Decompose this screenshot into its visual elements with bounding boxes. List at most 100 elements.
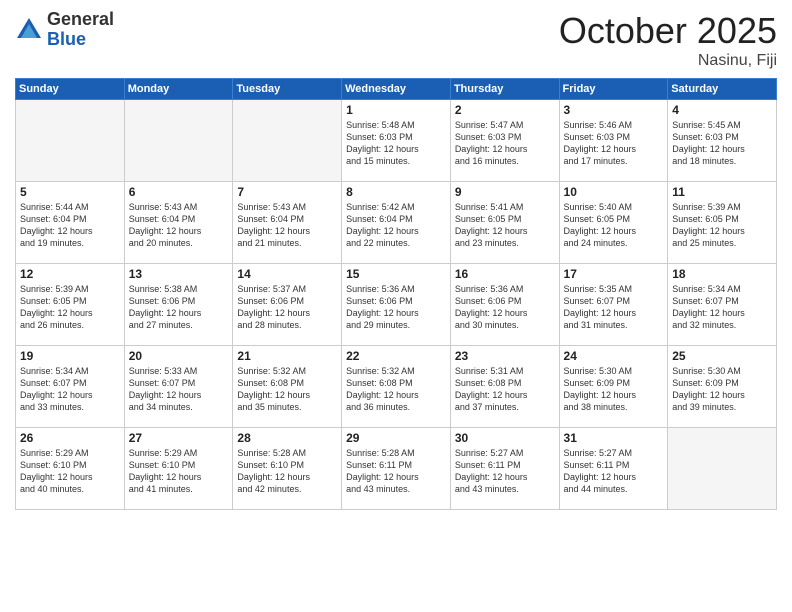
table-row: 11Sunrise: 5:39 AM Sunset: 6:05 PM Dayli…	[668, 182, 777, 264]
cell-content: Sunrise: 5:43 AM Sunset: 6:04 PM Dayligh…	[129, 201, 229, 250]
day-number: 23	[455, 349, 555, 363]
table-row: 19Sunrise: 5:34 AM Sunset: 6:07 PM Dayli…	[16, 346, 125, 428]
table-row: 6 Sunrise: 5:43 AM Sunset: 6:04 PM Daylig…	[124, 182, 233, 264]
table-row: 28 Sunrise: 5:28 AM Sunset: 6:10 PM Dayli…	[233, 428, 342, 510]
day-number: 20	[129, 349, 229, 363]
table-row: 20 Sunrise: 5:33 AM Sunset: 6:07 PM Dayli…	[124, 346, 233, 428]
day-number: 5	[20, 185, 120, 199]
table-row: 30Sunrise: 5:27 AM Sunset: 6:11 PM Dayli…	[450, 428, 559, 510]
day-number: 26	[20, 431, 120, 445]
day-number: 18	[672, 267, 772, 281]
cell-content: Sunrise: 5:41 AM Sunset: 6:05 PM Dayligh…	[455, 201, 555, 250]
cell-content: Sunrise: 5:34 AM Sunset: 6:07 PM Dayligh…	[20, 365, 120, 414]
table-row: 1 Sunrise: 5:48 AM Sunset: 6:03 PM Daylig…	[342, 100, 451, 182]
table-row: 24 Sunrise: 5:30 AM Sunset: 6:09 PM Dayli…	[559, 346, 668, 428]
table-row: 9Sunrise: 5:41 AM Sunset: 6:05 PM Daylig…	[450, 182, 559, 264]
cell-content: Sunrise: 5:44 AM Sunset: 6:04 PM Dayligh…	[20, 201, 120, 250]
col-wednesday: Wednesday	[342, 79, 451, 100]
cell-content: Sunrise: 5:39 AM Sunset: 6:05 PM Dayligh…	[20, 283, 120, 332]
table-row: 12 Sunrise: 5:39 AM Sunset: 6:05 PM Dayli…	[16, 264, 125, 346]
table-row: 10 Sunrise: 5:40 AM Sunset: 6:05 PM Dayli…	[559, 182, 668, 264]
table-row: 29 Sunrise: 5:28 AM Sunset: 6:11 PM Dayli…	[342, 428, 451, 510]
logo-text: General Blue	[47, 10, 114, 50]
day-number: 28	[237, 431, 337, 445]
table-row: 13 Sunrise: 5:38 AM Sunset: 6:06 PM Dayli…	[124, 264, 233, 346]
calendar: Sunday Monday Tuesday Wednesday Thursday…	[15, 78, 777, 510]
table-row: 18 Sunrise: 5:34 AM Sunset: 6:07 PM Dayli…	[668, 264, 777, 346]
table-row: 5 Sunrise: 5:44 AM Sunset: 6:04 PM Daylig…	[16, 182, 125, 264]
day-number: 6	[129, 185, 229, 199]
cell-content: Sunrise: 5:29 AM Sunset: 6:10 PM Dayligh…	[20, 447, 120, 496]
day-number: 12	[20, 267, 120, 281]
cell-content: Sunrise: 5:42 AM Sunset: 6:04 PM Dayligh…	[346, 201, 446, 250]
cell-content: Sunrise: 5:29 AM Sunset: 6:10 PM Dayligh…	[129, 447, 229, 496]
calendar-week-4: 26 Sunrise: 5:29 AM Sunset: 6:10 PM Dayli…	[16, 428, 777, 510]
table-row: 26 Sunrise: 5:29 AM Sunset: 6:10 PM Dayli…	[16, 428, 125, 510]
cell-content: Sunrise: 5:45 AM Sunset: 6:03 PM Dayligh…	[672, 119, 772, 168]
col-tuesday: Tuesday	[233, 79, 342, 100]
day-number: 13	[129, 267, 229, 281]
cell-content: Sunrise: 5:27 AM Sunset: 6:11 PM Dayligh…	[455, 447, 555, 496]
day-number: 17	[564, 267, 664, 281]
location: Nasinu, Fiji	[559, 52, 777, 70]
cell-content: Sunrise: 5:37 AM Sunset: 6:06 PM Dayligh…	[237, 283, 337, 332]
day-number: 22	[346, 349, 446, 363]
cell-content: Sunrise: 5:38 AM Sunset: 6:06 PM Dayligh…	[129, 283, 229, 332]
title-block: October 2025 Nasinu, Fiji	[559, 10, 777, 70]
table-row: 15 Sunrise: 5:36 AM Sunset: 6:06 PM Dayli…	[342, 264, 451, 346]
day-number: 31	[564, 431, 664, 445]
table-row: 14 Sunrise: 5:37 AM Sunset: 6:06 PM Dayli…	[233, 264, 342, 346]
day-number: 10	[564, 185, 664, 199]
col-thursday: Thursday	[450, 79, 559, 100]
day-number: 7	[237, 185, 337, 199]
cell-content: Sunrise: 5:28 AM Sunset: 6:11 PM Dayligh…	[346, 447, 446, 496]
calendar-week-0: 1 Sunrise: 5:48 AM Sunset: 6:03 PM Daylig…	[16, 100, 777, 182]
cell-content: Sunrise: 5:35 AM Sunset: 6:07 PM Dayligh…	[564, 283, 664, 332]
cell-content: Sunrise: 5:39 AM Sunset: 6:05 PM Dayligh…	[672, 201, 772, 250]
cell-content: Sunrise: 5:28 AM Sunset: 6:10 PM Dayligh…	[237, 447, 337, 496]
table-row: 25 Sunrise: 5:30 AM Sunset: 6:09 PM Dayli…	[668, 346, 777, 428]
header: General Blue October 2025 Nasinu, Fiji	[15, 10, 777, 70]
cell-content: Sunrise: 5:48 AM Sunset: 6:03 PM Dayligh…	[346, 119, 446, 168]
cell-content: Sunrise: 5:32 AM Sunset: 6:08 PM Dayligh…	[237, 365, 337, 414]
page: General Blue October 2025 Nasinu, Fiji S…	[0, 0, 792, 612]
cell-content: Sunrise: 5:30 AM Sunset: 6:09 PM Dayligh…	[672, 365, 772, 414]
cell-content: Sunrise: 5:30 AM Sunset: 6:09 PM Dayligh…	[564, 365, 664, 414]
table-row: 22 Sunrise: 5:32 AM Sunset: 6:08 PM Dayli…	[342, 346, 451, 428]
day-number: 29	[346, 431, 446, 445]
cell-content: Sunrise: 5:34 AM Sunset: 6:07 PM Dayligh…	[672, 283, 772, 332]
col-saturday: Saturday	[668, 79, 777, 100]
table-row: 17 Sunrise: 5:35 AM Sunset: 6:07 PM Dayli…	[559, 264, 668, 346]
table-row	[668, 428, 777, 510]
logo-icon	[15, 16, 43, 44]
table-row: 7Sunrise: 5:43 AM Sunset: 6:04 PM Daylig…	[233, 182, 342, 264]
table-row: 27 Sunrise: 5:29 AM Sunset: 6:10 PM Dayli…	[124, 428, 233, 510]
table-row	[16, 100, 125, 182]
calendar-header-row: Sunday Monday Tuesday Wednesday Thursday…	[16, 79, 777, 100]
day-number: 16	[455, 267, 555, 281]
day-number: 24	[564, 349, 664, 363]
day-number: 4	[672, 103, 772, 117]
cell-content: Sunrise: 5:47 AM Sunset: 6:03 PM Dayligh…	[455, 119, 555, 168]
cell-content: Sunrise: 5:31 AM Sunset: 6:08 PM Dayligh…	[455, 365, 555, 414]
cell-content: Sunrise: 5:36 AM Sunset: 6:06 PM Dayligh…	[346, 283, 446, 332]
logo-blue: Blue	[47, 30, 114, 50]
day-number: 27	[129, 431, 229, 445]
cell-content: Sunrise: 5:27 AM Sunset: 6:11 PM Dayligh…	[564, 447, 664, 496]
day-number: 2	[455, 103, 555, 117]
day-number: 15	[346, 267, 446, 281]
table-row: 16Sunrise: 5:36 AM Sunset: 6:06 PM Dayli…	[450, 264, 559, 346]
col-monday: Monday	[124, 79, 233, 100]
table-row: 4 Sunrise: 5:45 AM Sunset: 6:03 PM Daylig…	[668, 100, 777, 182]
col-sunday: Sunday	[16, 79, 125, 100]
cell-content: Sunrise: 5:33 AM Sunset: 6:07 PM Dayligh…	[129, 365, 229, 414]
table-row: 8Sunrise: 5:42 AM Sunset: 6:04 PM Daylig…	[342, 182, 451, 264]
logo: General Blue	[15, 10, 114, 50]
day-number: 1	[346, 103, 446, 117]
day-number: 21	[237, 349, 337, 363]
day-number: 25	[672, 349, 772, 363]
cell-content: Sunrise: 5:32 AM Sunset: 6:08 PM Dayligh…	[346, 365, 446, 414]
table-row: 2 Sunrise: 5:47 AM Sunset: 6:03 PM Daylig…	[450, 100, 559, 182]
cell-content: Sunrise: 5:40 AM Sunset: 6:05 PM Dayligh…	[564, 201, 664, 250]
day-number: 14	[237, 267, 337, 281]
